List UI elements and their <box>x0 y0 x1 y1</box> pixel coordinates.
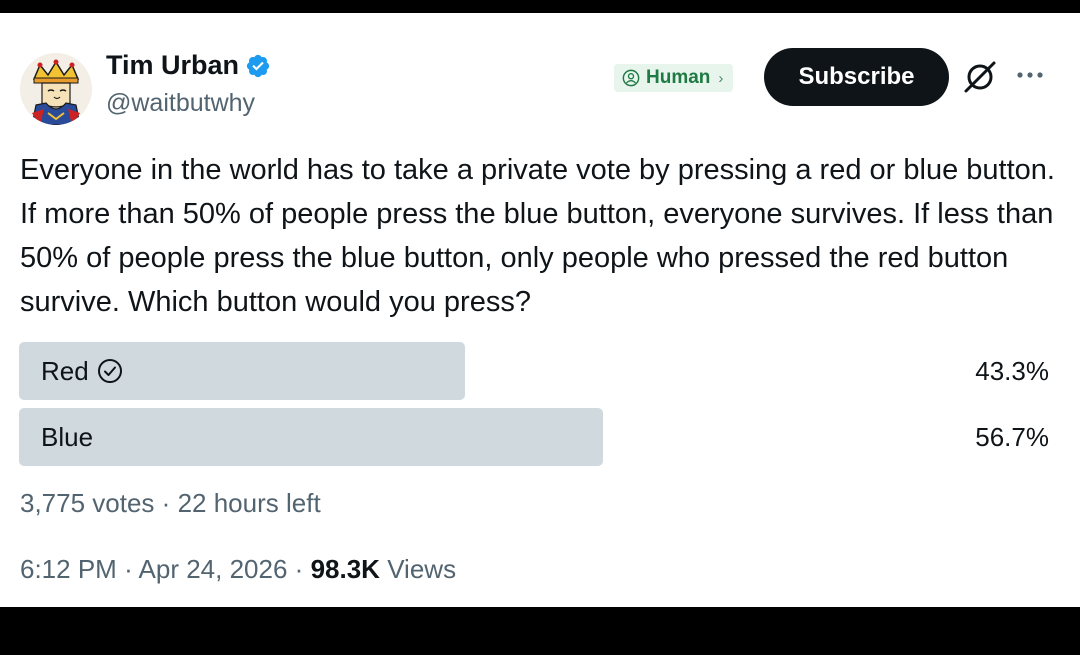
separator: · <box>161 488 171 518</box>
views-label: Views <box>387 554 457 584</box>
human-badge[interactable]: Human › <box>614 64 734 92</box>
timestamp-row: 6:12 PM · Apr 24, 2026 · 98.3K Views <box>20 554 456 585</box>
human-badge-icon <box>622 69 640 87</box>
poll-option-label-row: Red <box>41 342 123 400</box>
separator: · <box>124 554 133 584</box>
poll-votes: 3,775 votes <box>20 488 155 518</box>
verified-badge-icon[interactable] <box>245 53 271 79</box>
tweet-text: Everyone in the world has to take a priv… <box>20 154 1055 318</box>
tweet-card: Tim Urban @waitbutwhy Human › Subscribe … <box>0 13 1080 607</box>
poll-meta: 3,775 votes · 22 hours left <box>20 488 321 519</box>
poll-option-label-row: Blue <box>41 408 93 466</box>
poll-option-label: Blue <box>41 421 94 452</box>
poll-option-blue[interactable]: Blue 56.7% <box>19 408 1049 466</box>
poll-time-left: 22 hours left <box>177 488 321 518</box>
poll-option-percent: 56.7% <box>975 421 1049 452</box>
tweet-time[interactable]: 6:12 PM <box>20 554 117 584</box>
separator: · <box>294 554 304 584</box>
tweet-date[interactable]: Apr 24, 2026 <box>139 554 288 584</box>
author-display-name[interactable]: Tim Urban <box>106 50 239 81</box>
poll-bar-blue <box>19 408 603 466</box>
author-handle[interactable]: @waitbutwhy <box>106 89 255 118</box>
more-icon[interactable] <box>1014 65 1046 85</box>
subscribe-button[interactable]: Subscribe <box>764 48 949 106</box>
grok-icon[interactable] <box>962 59 998 95</box>
avatar-image <box>20 53 92 125</box>
human-badge-label: Human <box>646 67 711 88</box>
avatar[interactable] <box>20 53 92 125</box>
poll-option-label: Red <box>41 355 89 386</box>
check-circle-icon <box>97 359 122 383</box>
views-count[interactable]: 98.3K <box>311 554 380 584</box>
poll-option-red[interactable]: Red 43.3% <box>19 342 1049 400</box>
author-name-row: Tim Urban <box>106 50 271 81</box>
chevron-right-icon: › <box>718 69 724 87</box>
poll-option-percent: 43.3% <box>975 355 1049 386</box>
